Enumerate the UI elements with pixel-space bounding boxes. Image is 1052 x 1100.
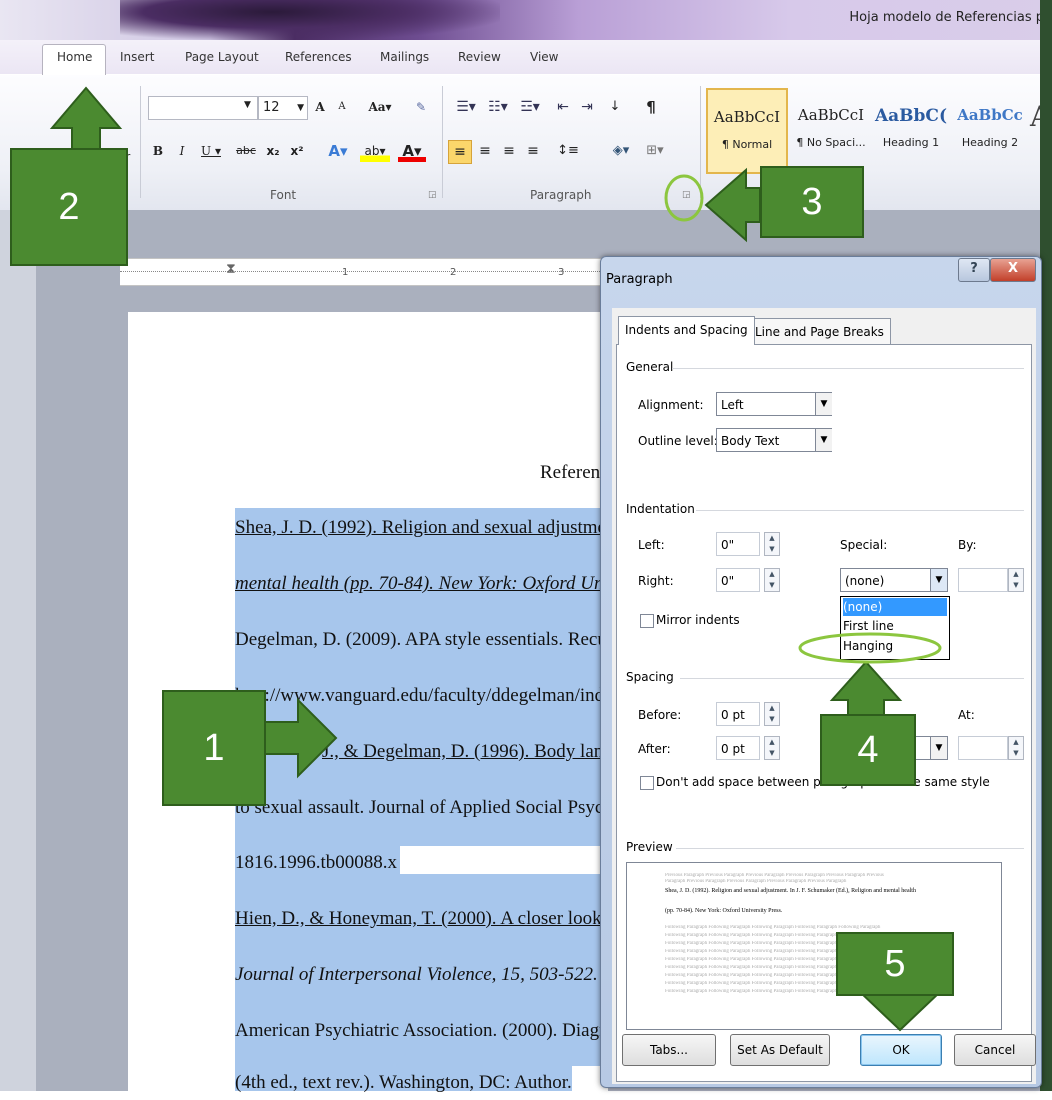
up-arrow-icon: [829, 660, 903, 717]
annotation-2: 2: [10, 148, 128, 266]
annotation-3: 3: [760, 166, 864, 238]
tab-indents-spacing[interactable]: Indents and Spacing: [618, 316, 755, 345]
up-arrow-icon: [49, 86, 123, 151]
left-arrow-icon: [704, 167, 761, 243]
highlight-circle: [664, 174, 704, 222]
right-arrow-icon: [263, 697, 338, 779]
annotation-5: 5: [836, 932, 954, 996]
annotation-4: 4: [820, 714, 916, 786]
annotation-1: 1: [162, 690, 266, 806]
annotation-overlay: [49, 86, 943, 1032]
highlight-circle: [798, 632, 942, 664]
